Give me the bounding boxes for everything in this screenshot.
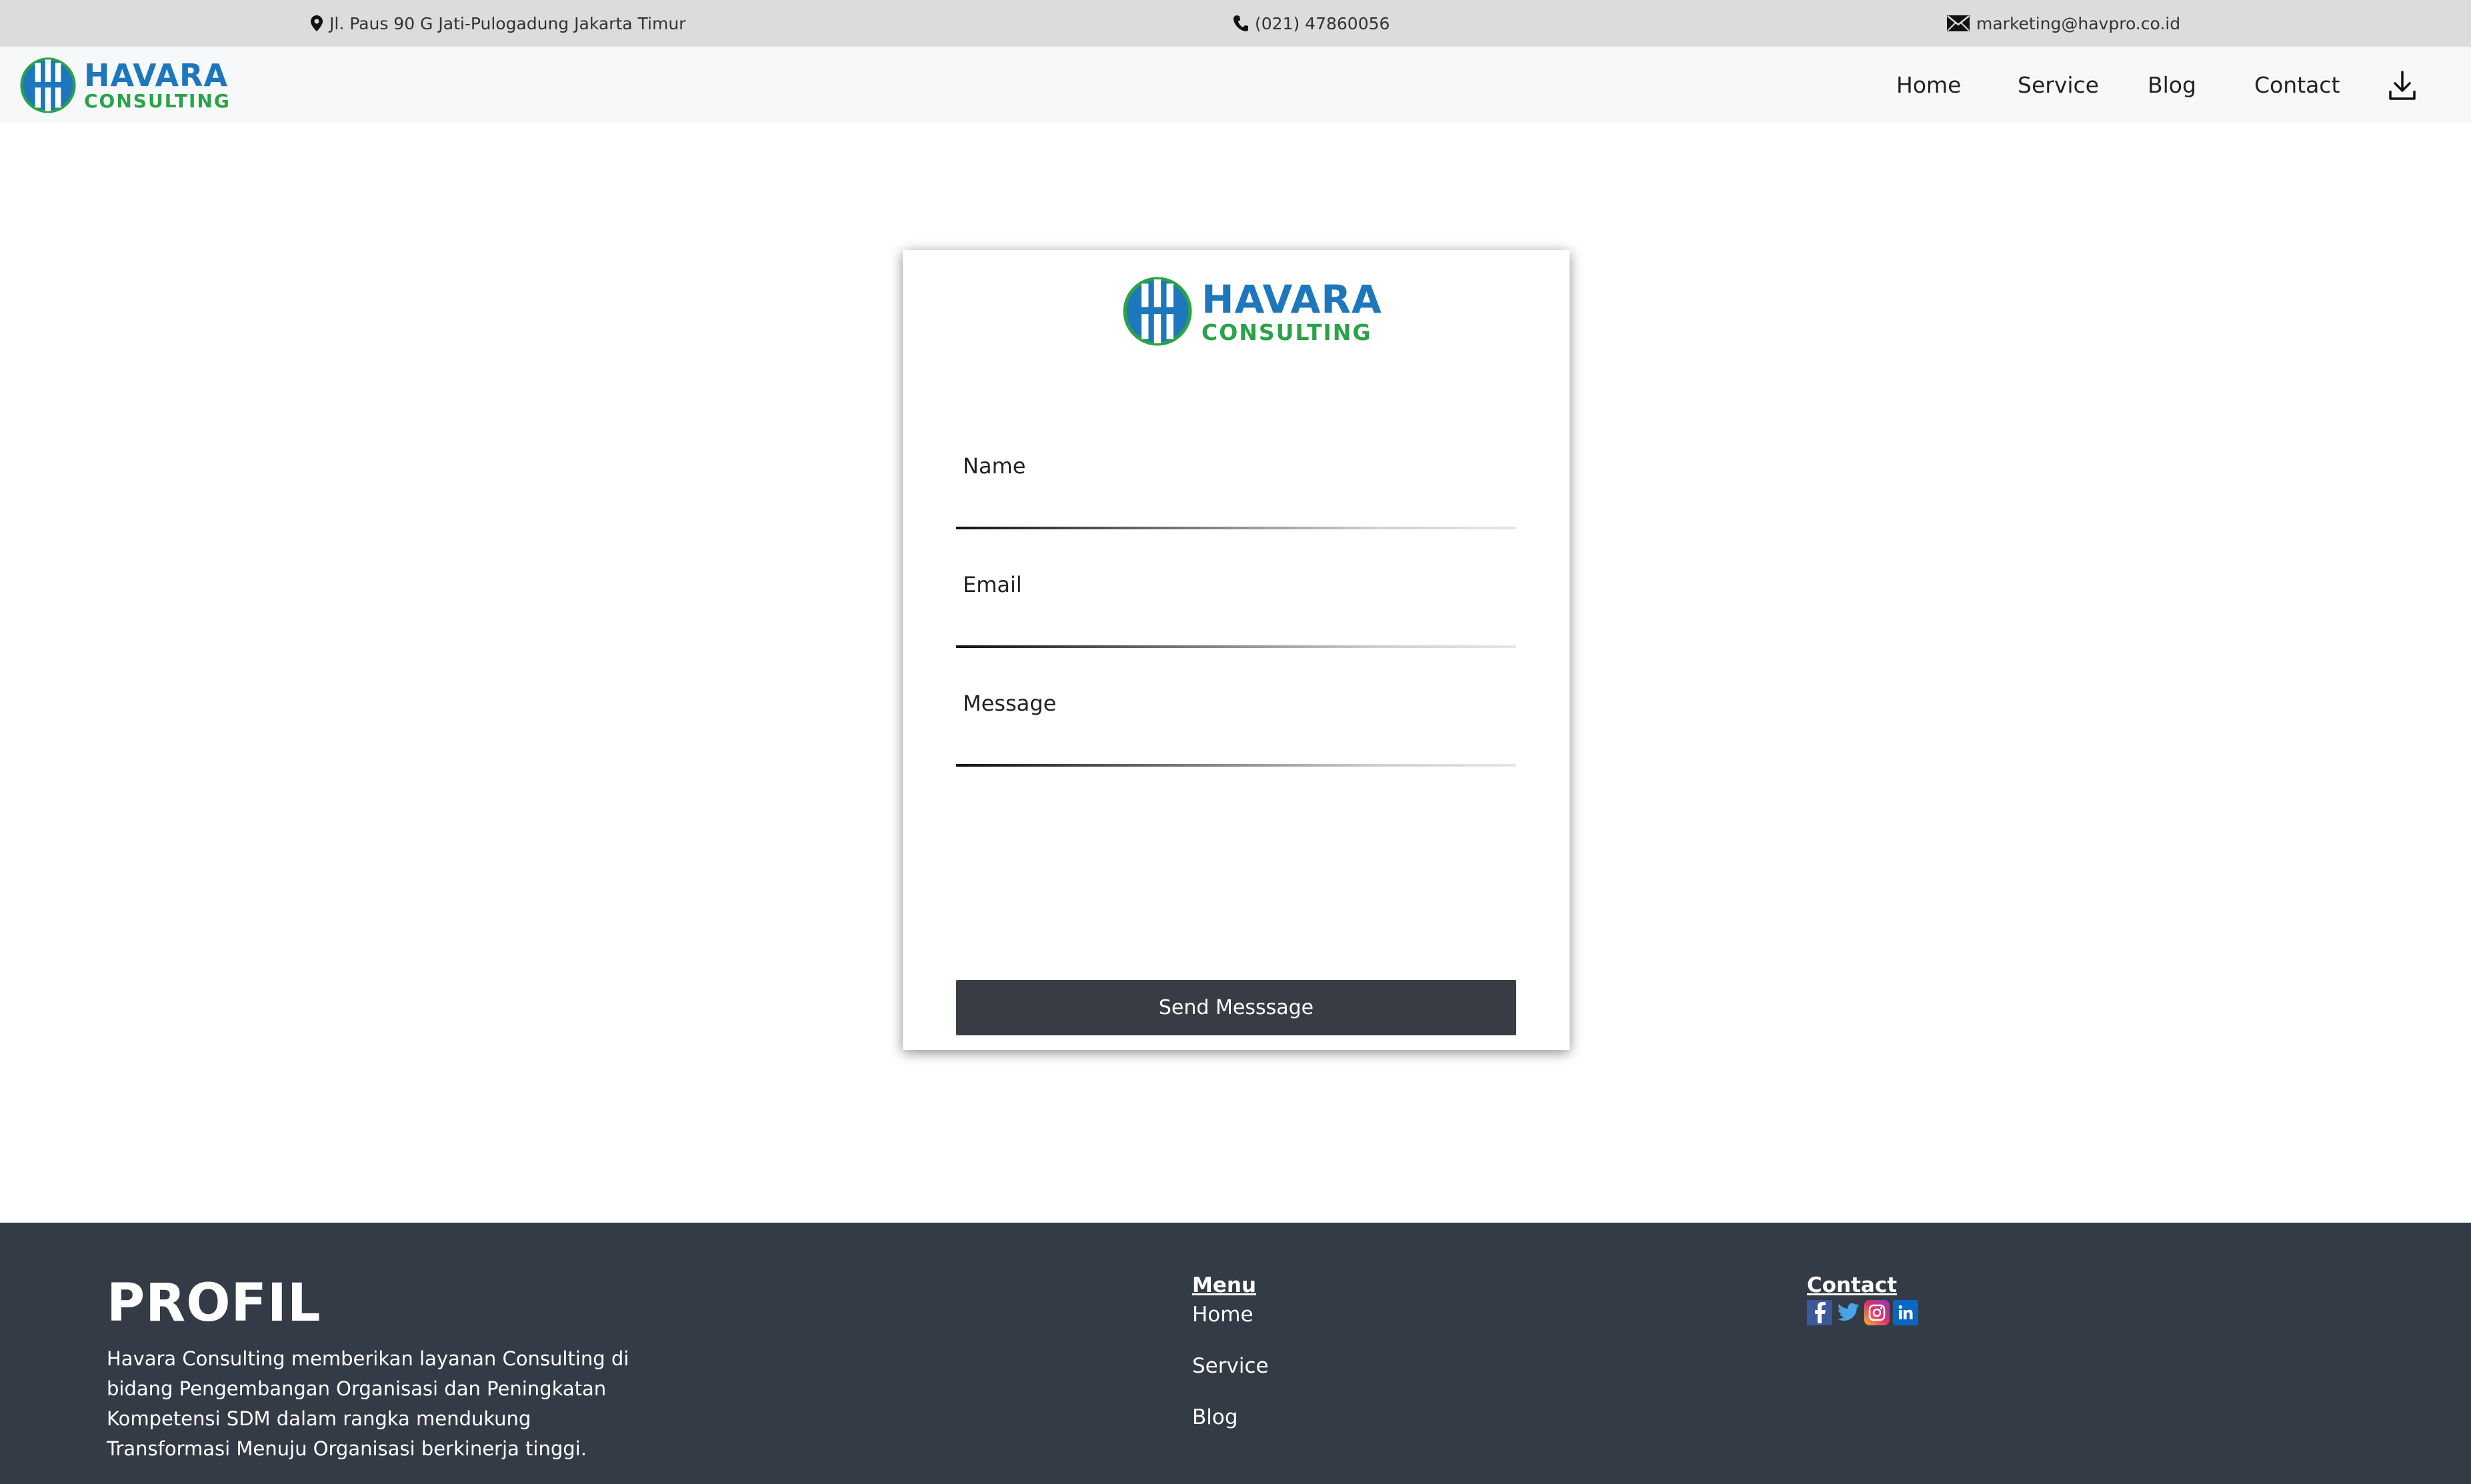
footer-contact-heading: Contact — [1807, 1273, 1898, 1297]
profile-description: Havara Consulting memberikan layanan Con… — [107, 1347, 629, 1460]
card-wordmark: HAVARA CONSULTING — [1201, 280, 1382, 343]
email-input[interactable] — [956, 605, 1516, 645]
footer-menu-home[interactable]: Home — [1192, 1303, 1254, 1327]
nav-blog[interactable]: Blog — [2148, 47, 2196, 123]
message-label: Message — [963, 691, 1057, 716]
card-logo: HAVARA CONSULTING — [1123, 277, 1382, 346]
twitter-icon[interactable] — [1836, 1300, 1861, 1325]
phone-text: (021) 47860056 — [1255, 13, 1390, 33]
email-label: Email — [963, 572, 1022, 597]
instagram-icon[interactable] — [1864, 1300, 1890, 1325]
nav-menu: Home Service Blog Contact — [0, 47, 2471, 123]
email-text: marketing@havpro.co.id — [1976, 13, 2181, 33]
profile-title: PROFIL — [107, 1273, 321, 1333]
card-brand-line1: HAVARA — [1201, 276, 1382, 322]
footer-menu-blog[interactable]: Blog — [1192, 1405, 1238, 1429]
linkedin-icon[interactable] — [1893, 1300, 1918, 1325]
havara-logo-icon — [1123, 277, 1192, 346]
navbar: HAVARA CONSULTING Home Service Blog Cont… — [0, 47, 2471, 123]
facebook-icon[interactable] — [1807, 1300, 1832, 1325]
message-underline — [956, 764, 1516, 767]
name-input[interactable] — [956, 487, 1516, 527]
phone-icon — [1233, 15, 1248, 31]
phone-info: (021) 47860056 — [1233, 0, 1390, 47]
send-message-button[interactable]: Send Messsage — [956, 980, 1516, 1035]
footer: PROFIL Havara Consulting memberikan laya… — [0, 1223, 2471, 1484]
location-pin-icon — [311, 15, 323, 31]
email-underline — [956, 645, 1516, 648]
nav-service[interactable]: Service — [2018, 47, 2099, 123]
top-info-bar: Jl. Paus 90 G Jati-Pulogadung Jakarta Ti… — [0, 0, 2471, 47]
email-info: marketing@havpro.co.id — [1947, 0, 2180, 47]
footer-contact: Contact — [1807, 1273, 1918, 1325]
name-label: Name — [963, 453, 1026, 479]
envelope-icon — [1947, 15, 1970, 31]
footer-menu-service[interactable]: Service — [1192, 1354, 1269, 1378]
name-underline — [956, 527, 1516, 529]
message-input[interactable] — [956, 724, 1516, 764]
nav-home[interactable]: Home — [1896, 47, 1961, 123]
contact-form-card: HAVARA CONSULTING Name Email Message Sen… — [903, 250, 1570, 1050]
footer-menu: Menu Home Service Blog — [1192, 1273, 1269, 1429]
social-links — [1807, 1300, 1918, 1325]
download-icon[interactable] — [2388, 71, 2416, 101]
nav-contact[interactable]: Contact — [2254, 47, 2340, 123]
address-text: Jl. Paus 90 G Jati-Pulogadung Jakarta Ti… — [329, 13, 686, 33]
address-info: Jl. Paus 90 G Jati-Pulogadung Jakarta Ti… — [311, 0, 685, 47]
card-brand-line2: CONSULTING — [1201, 319, 1372, 345]
footer-menu-heading: Menu — [1192, 1273, 1257, 1297]
